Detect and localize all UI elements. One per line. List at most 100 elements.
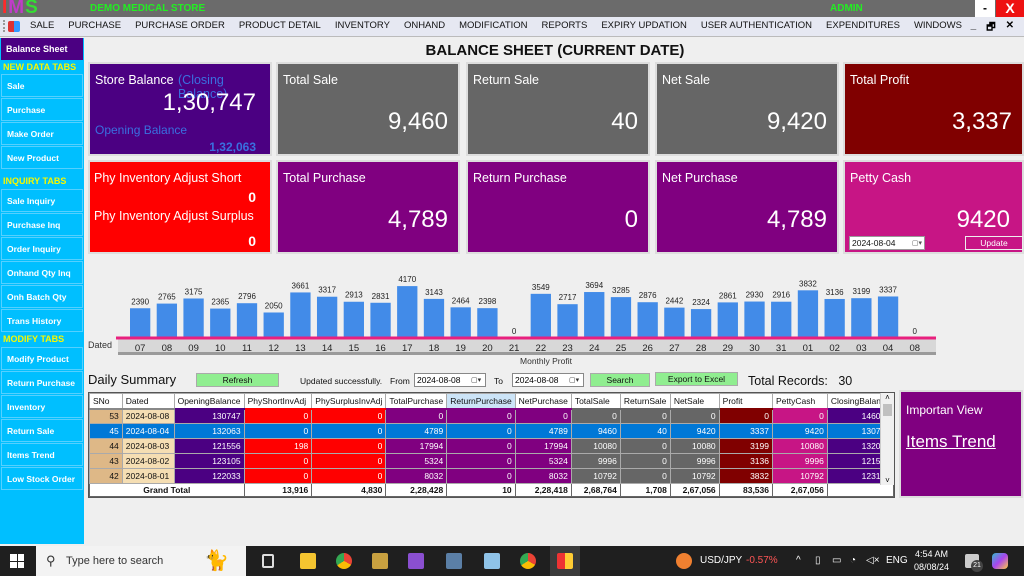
sidebar-item-purchase[interactable]: Purchase: [1, 98, 83, 121]
menu-item-purchase-order[interactable]: PURCHASE ORDER: [135, 20, 225, 31]
cell-totalpurchase[interactable]: 8032: [385, 468, 448, 484]
cell-netsale[interactable]: 10080: [669, 438, 720, 454]
cell-returnsale[interactable]: 0: [619, 408, 671, 424]
cell-openingbalance[interactable]: 123105: [173, 453, 245, 469]
cell-totalsale[interactable]: 0: [570, 408, 621, 424]
visual-studio-icon[interactable]: [408, 553, 424, 569]
cell-sno[interactable]: 43: [89, 453, 123, 469]
table-row[interactable]: 53 2024-08-08 130747 0 0 0 0 0 0 0 0 0 0 146066: [89, 408, 894, 424]
sidebar-item-new-product[interactable]: New Product: [1, 146, 83, 169]
cell-totalpurchase[interactable]: 5324: [385, 453, 448, 469]
column-header-profit[interactable]: Profit: [718, 393, 773, 410]
notifications-icon[interactable]: 21: [965, 554, 983, 572]
cell-returnpurchase[interactable]: 0: [446, 438, 516, 454]
cell-netpurchase[interactable]: 4789: [514, 423, 572, 439]
cell-pettycash[interactable]: 0: [771, 408, 828, 424]
column-header-returnpurchase[interactable]: ReturnPurchase: [446, 393, 516, 410]
cell-pettycash[interactable]: 10080: [771, 438, 828, 454]
cell-totalsale[interactable]: 9460: [570, 423, 621, 439]
windows-start-icon[interactable]: [10, 554, 24, 568]
scroll-down-icon[interactable]: ˅: [881, 476, 894, 485]
cell-netpurchase[interactable]: 0: [514, 408, 572, 424]
app-menu-icon[interactable]: [8, 21, 20, 32]
taskbar-search[interactable]: ⚲ Type here to search 🐈: [36, 546, 246, 576]
sidebar-item-return-purchase[interactable]: Return Purchase: [1, 371, 83, 394]
cell-totalsale[interactable]: 10792: [570, 468, 621, 484]
cell-returnsale[interactable]: 0: [619, 438, 671, 454]
clock[interactable]: 4:54 AM 08/08/24: [914, 549, 949, 572]
sidebar-item-make-order[interactable]: Make Order: [1, 122, 83, 145]
table-row[interactable]: 42 2024-08-01 122033 0 0 8032 0 8032 10792 0 10792…: [89, 468, 894, 484]
cell-netsale[interactable]: 10792: [669, 468, 720, 484]
column-header-dated[interactable]: Dated: [121, 393, 175, 410]
cell-profit[interactable]: 3136: [718, 453, 773, 469]
cell-returnpurchase[interactable]: 0: [446, 468, 516, 484]
meet-now-icon[interactable]: ▯: [815, 555, 821, 566]
column-header-sno[interactable]: SNo: [89, 393, 123, 410]
cell-openingbalance[interactable]: 132063: [173, 423, 245, 439]
cell-physurplusinvadj[interactable]: 0: [311, 453, 387, 469]
menu-item-inventory[interactable]: INVENTORY: [335, 20, 390, 31]
cell-pettycash[interactable]: 9996: [771, 453, 828, 469]
sidebar-item-purchase-inq[interactable]: Purchase Inq: [1, 213, 83, 236]
wifi-icon[interactable]: ◔: [850, 555, 856, 566]
column-header-openingbalance[interactable]: OpeningBalance: [173, 393, 245, 410]
show-hidden-icons[interactable]: ^: [796, 555, 801, 566]
weather-widget-icon[interactable]: [676, 553, 692, 569]
cell-sno[interactable]: 44: [89, 438, 123, 454]
copilot-icon[interactable]: [992, 553, 1008, 569]
cell-physurplusinvadj[interactable]: 0: [311, 438, 387, 454]
task-view-icon[interactable]: [262, 554, 274, 568]
cell-physhortinvadj[interactable]: 0: [243, 423, 313, 439]
cell-netsale[interactable]: 9420: [669, 423, 720, 439]
calculator-icon[interactable]: [446, 553, 462, 569]
menu-item-reports[interactable]: REPORTS: [542, 20, 588, 31]
cell-physurplusinvadj[interactable]: 0: [311, 468, 387, 484]
cell-netsale[interactable]: 0: [669, 408, 720, 424]
sidebar-item-inventory[interactable]: Inventory: [1, 395, 83, 418]
sidebar-item-onh-batch-qty[interactable]: Onh Batch Qty: [1, 285, 83, 308]
column-header-physhortinvadj[interactable]: PhyShortInvAdj: [243, 393, 313, 410]
chrome-icon[interactable]: [336, 553, 352, 569]
sidebar-item-balance-sheet[interactable]: Balance Sheet: [1, 38, 83, 60]
sidebar-item-items-trend[interactable]: Items Trend: [1, 443, 83, 466]
cell-returnpurchase[interactable]: 0: [446, 453, 516, 469]
menu-item-expiry-updation[interactable]: EXPIRY UPDATION: [601, 20, 687, 31]
cell-netpurchase[interactable]: 5324: [514, 453, 572, 469]
cell-openingbalance[interactable]: 122033: [173, 468, 245, 484]
language-indicator[interactable]: ENG: [886, 555, 908, 566]
column-header-returnsale[interactable]: ReturnSale: [619, 393, 671, 410]
menu-item-onhand[interactable]: ONHAND: [404, 20, 445, 31]
cell-sno[interactable]: 45: [89, 423, 123, 439]
sidebar-item-onhand-qty-inq[interactable]: Onhand Qty Inq: [1, 261, 83, 284]
sidebar-item-sale-inquiry[interactable]: Sale Inquiry: [1, 189, 83, 212]
cell-returnpurchase[interactable]: 0: [446, 423, 516, 439]
menu-item-expenditures[interactable]: EXPENDITURES: [826, 20, 900, 31]
cell-dated[interactable]: 2024-08-01: [121, 468, 175, 484]
update-button[interactable]: Update: [965, 236, 1023, 250]
petty-cash-date-picker[interactable]: 2024-08-04 ▢▾: [849, 236, 925, 250]
scroll-thumb[interactable]: [883, 404, 892, 416]
cell-returnsale[interactable]: 0: [619, 468, 671, 484]
cell-physhortinvadj[interactable]: 0: [243, 408, 313, 424]
vertical-scrollbar[interactable]: ˄ ˅: [880, 393, 894, 485]
cell-physhortinvadj[interactable]: 0: [243, 468, 313, 484]
cell-totalsale[interactable]: 9996: [570, 453, 621, 469]
cell-netpurchase[interactable]: 8032: [514, 468, 572, 484]
cell-openingbalance[interactable]: 121556: [173, 438, 245, 454]
to-date-picker[interactable]: 2024-08-08 ▢▾: [512, 373, 584, 387]
cell-physurplusinvadj[interactable]: 0: [311, 423, 387, 439]
cell-openingbalance[interactable]: 130747: [173, 408, 245, 424]
column-header-netsale[interactable]: NetSale: [669, 393, 720, 410]
menu-item-sale[interactable]: SALE: [30, 20, 54, 31]
menu-item-user-authentication[interactable]: USER AUTHENTICATION: [701, 20, 812, 31]
cell-returnsale[interactable]: 40: [619, 423, 671, 439]
cell-dated[interactable]: 2024-08-04: [121, 423, 175, 439]
sidebar-item-trans-history[interactable]: Trans History: [1, 309, 83, 332]
cell-profit[interactable]: 3337: [718, 423, 773, 439]
battery-icon[interactable]: ▭: [832, 555, 841, 566]
cell-sno[interactable]: 53: [89, 408, 123, 424]
column-header-netpurchase[interactable]: NetPurchase: [514, 393, 572, 410]
cell-totalpurchase[interactable]: 4789: [385, 423, 448, 439]
file-explorer-icon[interactable]: [300, 553, 316, 569]
